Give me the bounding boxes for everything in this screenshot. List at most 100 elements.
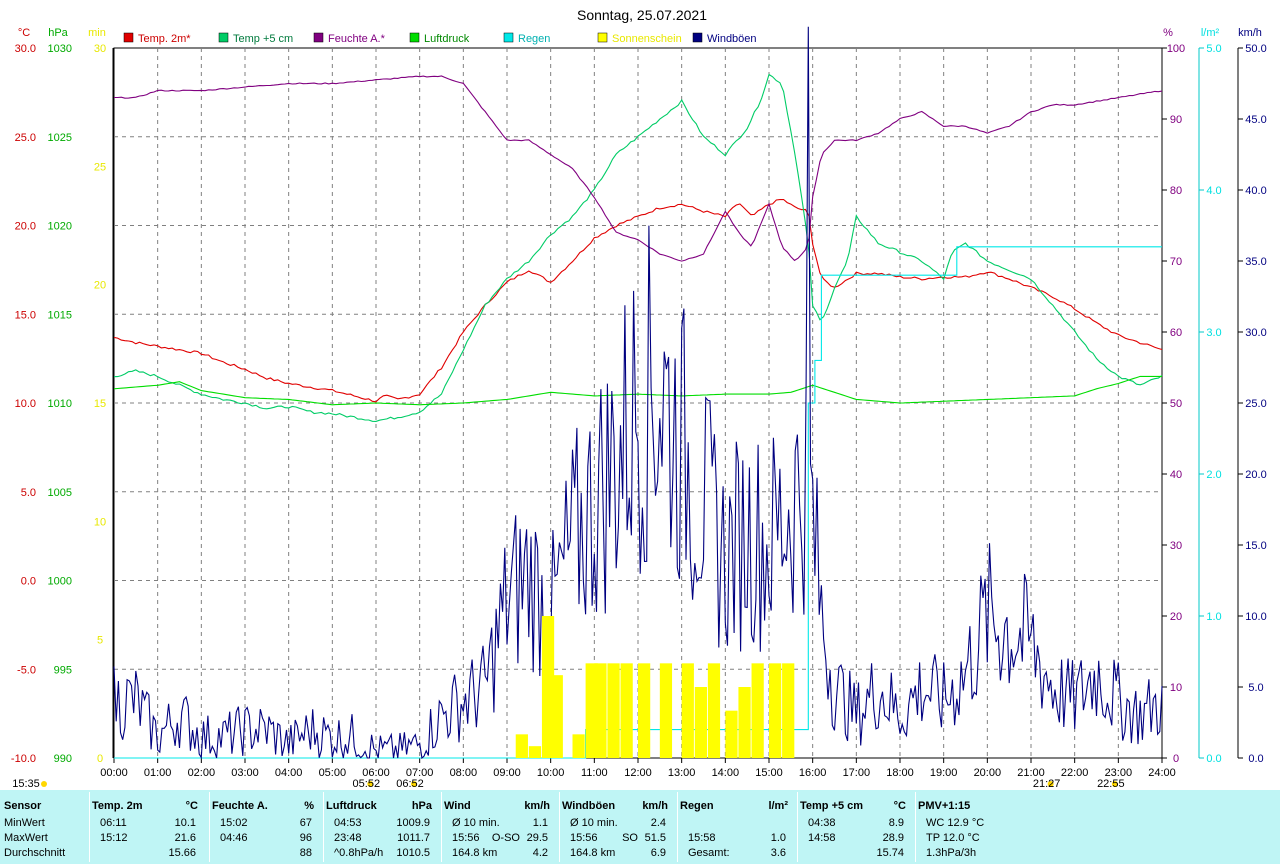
legend-label: Temp. 2m* bbox=[138, 33, 191, 45]
temp_c-tick-label: 30.0 bbox=[15, 43, 36, 55]
x-tick-label: 15:00 bbox=[755, 767, 783, 779]
stats-cell-label: ^0.8hPa/h bbox=[334, 847, 384, 859]
stats-row: Gesamt: 3.6 bbox=[680, 846, 794, 861]
x-tick-label: 22:00 bbox=[1061, 767, 1089, 779]
series-layer: 05:52 06:52 15:35 21:27 22:55 bbox=[12, 26, 1163, 790]
wind_kmh-tick-label: 30.0 bbox=[1245, 327, 1266, 339]
stats-separator bbox=[677, 792, 678, 862]
pressure_hpa-tick-label: 1005 bbox=[48, 487, 72, 499]
stats-title: Regen bbox=[680, 800, 714, 812]
stats-row: MinWert bbox=[4, 816, 90, 831]
pressure_hpa-tick-label: 990 bbox=[54, 753, 72, 765]
stats-row: 88 bbox=[212, 846, 320, 861]
rain_lm2-tick-label: 4.0 bbox=[1206, 185, 1221, 197]
humidity_pct-tick-label: 20 bbox=[1170, 611, 1182, 623]
stats-cell-label: 1.3hPa/3h bbox=[926, 847, 977, 859]
temp_c-tick-label: -10.0 bbox=[11, 753, 36, 765]
stats-separator bbox=[915, 792, 916, 862]
humidity_pct-tick-label: 100 bbox=[1167, 43, 1185, 55]
sunshine_min-tick-label: 25 bbox=[94, 161, 106, 173]
temp-unit: °C bbox=[18, 27, 30, 39]
stats-cell-label: 15:56 bbox=[570, 832, 598, 844]
legend-swatch bbox=[692, 32, 703, 43]
sunshine_min-tick-label: 15 bbox=[94, 398, 106, 410]
sunshine-unit: min bbox=[88, 27, 106, 39]
humidity_pct-tick-label: 70 bbox=[1170, 256, 1182, 268]
stats-row: 1.3hPa/3h bbox=[918, 846, 1038, 861]
x-tick-label: 16:00 bbox=[799, 767, 827, 779]
stats-cell-value: 21.6 bbox=[174, 832, 196, 844]
pressure_hpa-tick-label: 1000 bbox=[48, 576, 72, 588]
humidity_pct-tick-label: 0 bbox=[1173, 753, 1179, 765]
stats-row: 15:12 21.6 bbox=[92, 831, 204, 846]
x-tick-label: 12:00 bbox=[624, 767, 652, 779]
x-tick-label: 04:00 bbox=[275, 767, 303, 779]
stats-cell-label: 14:58 bbox=[808, 832, 836, 844]
stats-title: Feuchte A. bbox=[212, 800, 268, 812]
stats-cell-label: MinWert bbox=[4, 817, 45, 829]
stats-separator bbox=[323, 792, 324, 862]
stats-row: 15:56 O-SO 29.5 bbox=[444, 831, 556, 846]
legend-label: Luftdruck bbox=[424, 33, 470, 45]
stats-section: Regen l/m² 15:58 1.0 Gesamt: 3.6 bbox=[680, 790, 794, 864]
legend-label: Sonnenschein bbox=[612, 33, 682, 45]
stats-header-row: Regen l/m² bbox=[680, 799, 794, 814]
x-tick-label: 00:00 bbox=[100, 767, 128, 779]
pressure_hpa-tick-label: 1025 bbox=[48, 132, 72, 144]
temp_c-tick-label: 0.0 bbox=[21, 576, 36, 588]
sunshine-bar bbox=[515, 734, 528, 758]
stats-row: Ø 10 min. 1.1 bbox=[444, 816, 556, 831]
x-tick-label: 19:00 bbox=[930, 767, 958, 779]
stats-row: 15:02 67 bbox=[212, 816, 320, 831]
humidity_pct-tick-label: 10 bbox=[1170, 682, 1182, 694]
stats-row: 04:46 96 bbox=[212, 831, 320, 846]
stats-cell-value: 1010.5 bbox=[396, 847, 430, 859]
sun-marker-label: 21:27 bbox=[1033, 778, 1061, 790]
wind_kmh-tick-label: 40.0 bbox=[1245, 185, 1266, 197]
stats-section: Temp. 2m °C 06:11 10.1 15:12 21.6 15.66 bbox=[92, 790, 204, 864]
rain_lm2-tick-label: 2.0 bbox=[1206, 469, 1221, 481]
sunshine-bar bbox=[620, 663, 633, 758]
humidity_pct-tick-label: 40 bbox=[1170, 469, 1182, 481]
temp_c-tick-label: -5.0 bbox=[17, 664, 36, 676]
stats-row: 15.74 bbox=[800, 846, 912, 861]
stats-row: 15.66 bbox=[92, 846, 204, 861]
stats-cell-label: 04:53 bbox=[334, 817, 362, 829]
stats-header-row: PMV+1:15 bbox=[918, 799, 1038, 814]
wind_kmh-tick-label: 45.0 bbox=[1245, 114, 1266, 126]
sunshine-bar bbox=[751, 663, 764, 758]
rain-unit: l/m² bbox=[1201, 27, 1220, 39]
legend-swatch bbox=[503, 32, 514, 43]
stats-cell-direction: O-SO bbox=[491, 832, 520, 844]
stats-cell-value: 28.9 bbox=[882, 832, 904, 844]
stats-section: Sensor MinWert MaxWert Durchschnitt bbox=[4, 790, 90, 864]
stats-cell-value: 67 bbox=[299, 817, 312, 829]
stats-title: PMV+1:15 bbox=[918, 800, 971, 812]
stats-separator bbox=[441, 792, 442, 862]
stats-cell-value: 1.0 bbox=[770, 832, 786, 844]
stats-header-row: Feuchte A.% bbox=[212, 799, 320, 814]
stats-section: Luftdruck hPa 04:53 1009.9 23:48 1011.7 ^0.8hP… bbox=[326, 790, 438, 864]
stats-section: Windböen km/h Ø 10 min. 2.4 15:56 SO 51.5 164.8… bbox=[562, 790, 674, 864]
stats-separator bbox=[797, 792, 798, 862]
weather-chart: 00:00 01:00 02:00 03:00 04:00 05:00 06:00 07:00… bbox=[11, 7, 1267, 790]
stats-row: 15:56 SO 51.5 bbox=[562, 831, 674, 846]
temp_c-tick-label: 15.0 bbox=[15, 309, 36, 321]
wind_kmh-tick-label: 20.0 bbox=[1245, 469, 1266, 481]
sunshine-bar bbox=[707, 663, 721, 758]
sunshine-bar bbox=[528, 746, 542, 758]
stats-row: 23:48 1011.7 bbox=[326, 831, 438, 846]
wind_kmh-tick-label: 10.0 bbox=[1245, 611, 1266, 623]
legend-swatch bbox=[597, 32, 608, 43]
stats-title: Sensor bbox=[4, 800, 42, 812]
sunshine_min-tick-label: 20 bbox=[94, 280, 106, 292]
humidity_pct-tick-label: 30 bbox=[1170, 540, 1182, 552]
x-tick-label: 24:00 bbox=[1148, 767, 1176, 779]
stats-separator bbox=[89, 792, 90, 862]
sunshine_min-tick-label: 0 bbox=[97, 753, 103, 765]
pressure_hpa-tick-label: 1015 bbox=[48, 309, 72, 321]
stats-cell-label: Ø 10 min. bbox=[452, 817, 500, 829]
sunshine_min-tick-label: 30 bbox=[94, 43, 106, 55]
stats-header-row: Luftdruck hPa bbox=[326, 799, 438, 814]
stats-cell-value: 29.5 bbox=[526, 832, 548, 844]
